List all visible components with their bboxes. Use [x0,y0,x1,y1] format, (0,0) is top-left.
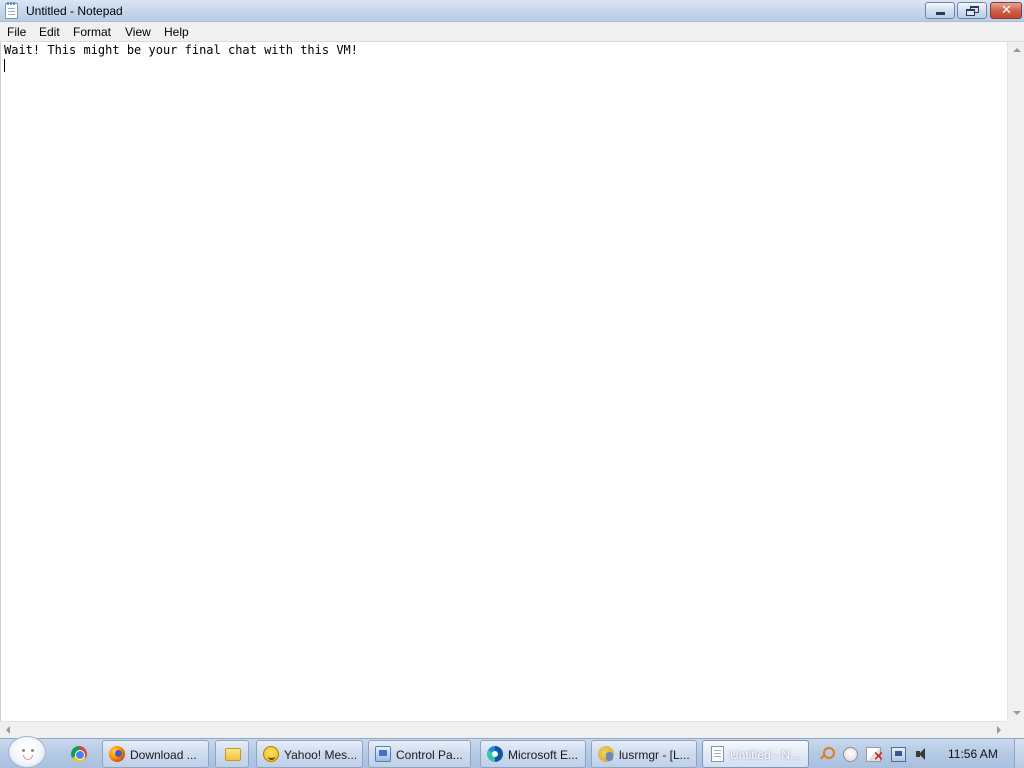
editor-content[interactable]: Wait! This might be your final chat with… [4,44,358,57]
taskbar-button-yahoo-messenger[interactable]: Yahoo! Mes... [256,740,363,768]
minimize-icon [936,12,945,15]
scroll-up-icon[interactable] [1013,48,1021,52]
close-button[interactable]: ✕ [990,2,1022,19]
scroll-down-icon[interactable] [1013,711,1021,715]
volume-icon[interactable] [915,747,930,762]
lusrmgr-icon [598,746,614,762]
chrome-icon[interactable] [71,746,87,762]
notepad-icon [711,746,724,762]
size-grip[interactable] [1007,721,1024,738]
menu-view[interactable]: View [125,25,151,39]
close-icon: ✕ [1001,3,1012,18]
title-bar[interactable]: Untitled - Notepad ✕ [0,0,1024,22]
taskbar-button-notepad[interactable]: Untitled - N... [702,740,809,768]
taskbar-button-edge[interactable]: Microsoft E... [480,740,586,768]
menu-bar: File Edit Format View Help [0,22,1024,42]
notepad-app-icon[interactable] [5,2,18,19]
window-title: Untitled - Notepad [26,4,123,18]
text-editor-area[interactable]: Wait! This might be your final chat with… [0,42,1007,721]
messenger-tray-icon[interactable] [843,747,858,762]
text-caret [4,59,5,72]
menu-help[interactable]: Help [164,25,189,39]
taskbar-button-download[interactable]: Download ... [102,740,209,768]
scroll-right-icon[interactable] [997,726,1001,734]
start-button[interactable] [8,736,46,768]
edge-icon [487,746,503,762]
system-clock[interactable]: 11:56 AM [948,747,998,761]
minimize-button[interactable] [925,2,955,19]
folder-icon [225,748,241,761]
action-center-flag-icon[interactable] [866,747,884,763]
taskbar-button-explorer[interactable] [215,740,249,768]
taskbar-button-lusrmgr[interactable]: lusrmgr - [L... [591,740,697,768]
network-icon[interactable] [891,747,906,762]
menu-file[interactable]: File [7,25,26,39]
control-panel-icon [375,746,391,762]
taskbar-button-control-panel[interactable]: Control Pa... [368,740,471,768]
horizontal-scrollbar[interactable] [0,721,1007,738]
show-desktop-button[interactable] [1014,739,1024,768]
menu-format[interactable]: Format [73,25,111,39]
vertical-scrollbar[interactable] [1007,42,1024,721]
firefox-icon [109,746,125,762]
start-orb-icon [17,743,39,763]
taskbar: Download ... Yahoo! Mes... Control Pa...… [0,736,1024,768]
scroll-left-icon[interactable] [6,726,10,734]
restore-button[interactable] [957,2,987,19]
yahoo-messenger-icon [263,746,279,762]
search-icon[interactable] [819,747,835,762]
menu-edit[interactable]: Edit [39,25,60,39]
